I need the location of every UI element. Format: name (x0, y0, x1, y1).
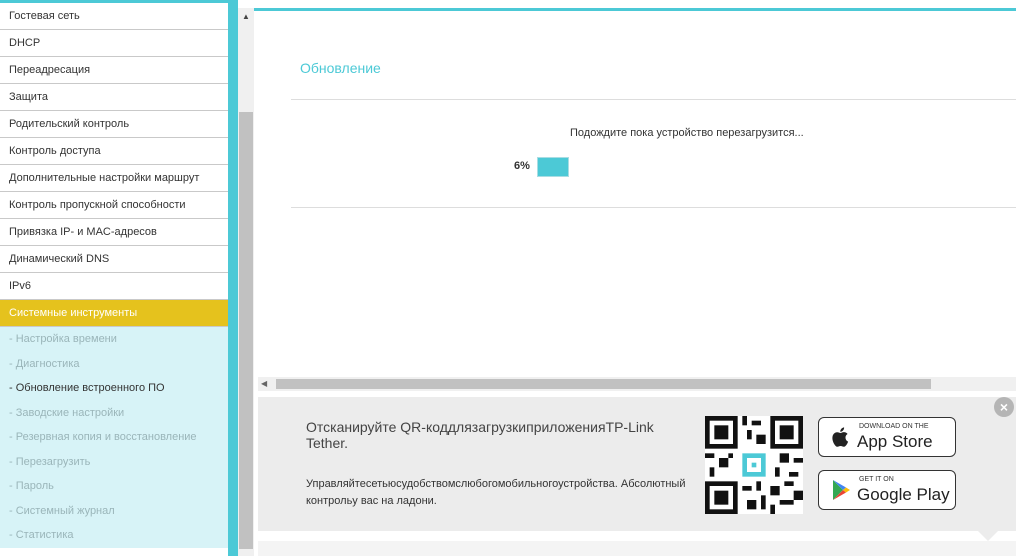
banner-text: Управляйтесетьюсудобствомслюбогомобильно… (306, 478, 686, 507)
sidebar-item-ipv6[interactable]: IPv6 (0, 273, 230, 300)
progress-bar (537, 157, 569, 177)
sidebar-item-system-tools[interactable]: Системные инструменты (0, 300, 230, 327)
divider (291, 207, 1016, 208)
app-store-small-label: DOWNLOAD ON THE (859, 423, 929, 430)
sidebar: Гостевая сеть DHCP Переадресация Защита … (0, 0, 230, 556)
sidebar-item-ddns[interactable]: Динамический DNS (0, 246, 230, 273)
sidebar-item-advanced-routing[interactable]: Дополнительные настройки маршрут (0, 165, 230, 192)
google-play-icon (833, 480, 850, 500)
google-play-small-label: GET IT ON (859, 476, 894, 483)
page-root: Гостевая сеть DHCP Переадресация Защита … (0, 0, 1016, 556)
app-store-label: App Store (857, 432, 933, 451)
sidebar-item-security[interactable]: Защита (0, 84, 230, 111)
app-store-button[interactable]: DOWNLOAD ON THE App Store (818, 417, 956, 457)
close-icon[interactable]: × (994, 397, 1014, 417)
sidebar-item-parental-control[interactable]: Родительский контроль (0, 111, 230, 138)
wait-message: Подождите пока устройство перезагрузится… (570, 127, 804, 139)
sidebar-divider (228, 0, 238, 556)
scroll-left-icon[interactable]: ◀ (261, 377, 267, 391)
sidebar-subitem-backup-restore[interactable]: - Резервная копия и восстановление (0, 425, 230, 450)
vertical-scrollbar[interactable]: ▲ (238, 8, 254, 556)
qr-code-icon (705, 416, 803, 514)
sidebar-item-dhcp[interactable]: DHCP (0, 30, 230, 57)
sidebar-subitem-reboot[interactable]: - Перезагрузить (0, 450, 230, 475)
horizontal-scrollbar[interactable]: ◀ (258, 377, 1016, 391)
footer-bar (258, 541, 1016, 556)
page-title: Обновление (300, 60, 381, 76)
sidebar-subitem-firmware-upgrade[interactable]: - Обновление встроенного ПО (0, 376, 230, 401)
sidebar-subitem-time[interactable]: - Настройка времени (0, 327, 230, 352)
sidebar-item-access-control[interactable]: Контроль доступа (0, 138, 230, 165)
progress-percent: 6% (514, 160, 530, 172)
sidebar-item-forwarding[interactable]: Переадресация (0, 57, 230, 84)
sidebar-subitem-system-log[interactable]: - Системный журнал (0, 499, 230, 524)
banner-pointer (978, 531, 998, 541)
sidebar-subitem-statistics[interactable]: - Статистика (0, 523, 230, 548)
divider (291, 99, 1016, 100)
scroll-up-icon[interactable]: ▲ (238, 8, 254, 26)
apple-icon (832, 427, 849, 447)
tether-banner: Отсканируйте QR-коддлязагрузкиприложения… (258, 397, 1016, 541)
sidebar-item-guest-network[interactable]: Гостевая сеть (0, 3, 230, 30)
scrollbar-thumb[interactable] (276, 379, 931, 389)
banner-heading: Отсканируйте QR-коддлязагрузкиприложения… (306, 419, 654, 451)
google-play-button[interactable]: GET IT ON Google Play (818, 470, 956, 510)
sidebar-submenu: - Настройка времени - Диагностика - Обно… (0, 327, 230, 548)
scrollbar-thumb[interactable] (239, 112, 253, 549)
sidebar-subitem-factory-defaults[interactable]: - Заводские настройки (0, 401, 230, 426)
sidebar-item-bandwidth-control[interactable]: Контроль пропускной способности (0, 192, 230, 219)
sidebar-item-ip-mac-binding[interactable]: Привязка IP- и MAC-адресов (0, 219, 230, 246)
sidebar-subitem-password[interactable]: - Пароль (0, 474, 230, 499)
google-play-label: Google Play (857, 485, 950, 504)
sidebar-subitem-diagnostics[interactable]: - Диагностика (0, 352, 230, 377)
main-content: Обновление Подождите пока устройство пер… (254, 11, 1016, 377)
